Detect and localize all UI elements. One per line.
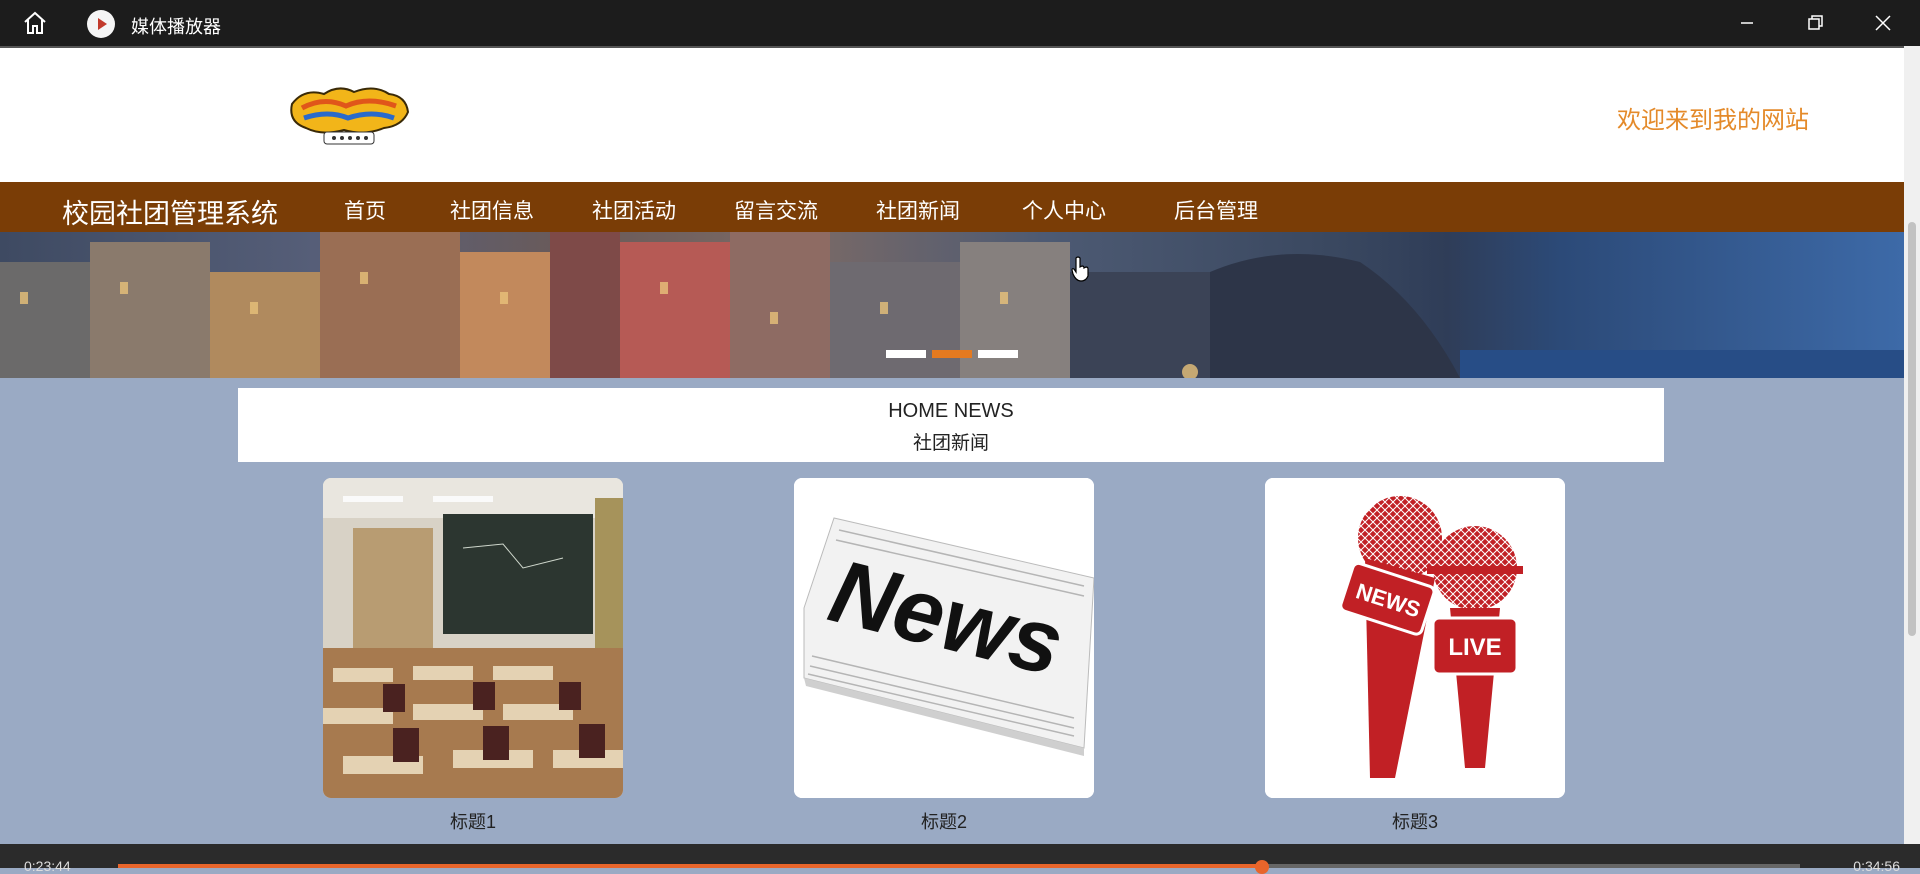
web-page: 欢迎来到我的网站 校园社团管理系统 首页 社团信息 社团活动 留言交流 社团新闻… bbox=[0, 46, 1904, 844]
seek-handle[interactable] bbox=[1254, 860, 1269, 874]
nav-club-info[interactable]: 社团信息 bbox=[450, 195, 534, 225]
news-card-2[interactable]: News 标题2 bbox=[794, 478, 1094, 834]
news-card-3[interactable]: NEWS LIVE 标题3 bbox=[1265, 478, 1565, 834]
nav-home[interactable]: 首页 bbox=[344, 195, 386, 225]
news-card-image-microphones[interactable]: NEWS LIVE bbox=[1265, 478, 1565, 798]
news-section-header: HOME NEWS 社团新闻 bbox=[238, 388, 1664, 462]
news-heading-en: HOME NEWS bbox=[888, 400, 1014, 422]
nav-personal-center[interactable]: 个人中心 bbox=[1022, 195, 1106, 225]
player-bar: 0:23:44 0:34:56 bbox=[0, 844, 1920, 874]
close-button[interactable] bbox=[1868, 8, 1898, 38]
seek-bar[interactable] bbox=[118, 864, 1800, 868]
slider-dot-3[interactable] bbox=[978, 350, 1018, 358]
seek-progress bbox=[118, 864, 1262, 868]
news-card-image-classroom[interactable] bbox=[323, 478, 623, 798]
slider-dot-2[interactable] bbox=[932, 350, 972, 358]
welcome-text: 欢迎来到我的网站 bbox=[1617, 107, 1809, 134]
page-scrollbar[interactable] bbox=[1904, 46, 1920, 844]
slider-dot-1[interactable] bbox=[886, 350, 926, 358]
news-card-image-newspaper[interactable]: News bbox=[794, 478, 1094, 798]
window-title: 媒体播放器 bbox=[131, 17, 221, 37]
hand-cursor-icon bbox=[1071, 256, 1089, 282]
nav-admin[interactable]: 后台管理 bbox=[1174, 195, 1258, 225]
restore-button[interactable] bbox=[1800, 8, 1830, 38]
total-time: 0:34:56 bbox=[1853, 858, 1900, 874]
site-header: 欢迎来到我的网站 bbox=[0, 48, 1904, 182]
elapsed-time: 0:23:44 bbox=[24, 858, 71, 874]
site-brand[interactable]: 校园社团管理系统 bbox=[62, 192, 278, 231]
news-card-1[interactable]: 标题1 bbox=[323, 478, 623, 834]
live-badge: LIVE bbox=[1448, 634, 1501, 661]
home-icon[interactable] bbox=[22, 11, 48, 35]
news-card-title[interactable]: 标题3 bbox=[1265, 808, 1565, 834]
title-bar: 媒体播放器 bbox=[0, 0, 1920, 46]
banner-slider[interactable] bbox=[0, 232, 1904, 378]
news-heading-zh: 社团新闻 bbox=[912, 433, 989, 454]
nav-message-board[interactable]: 留言交流 bbox=[734, 195, 818, 225]
scrollbar-thumb[interactable] bbox=[1908, 222, 1916, 636]
news-card-title[interactable]: 标题2 bbox=[794, 808, 1094, 834]
main-nav: 校园社团管理系统 首页 社团信息 社团活动 留言交流 社团新闻 个人中心 后台管… bbox=[0, 182, 1904, 232]
media-player-icon bbox=[87, 10, 115, 38]
news-card-title[interactable]: 标题1 bbox=[323, 808, 623, 834]
nav-club-news[interactable]: 社团新闻 bbox=[876, 195, 960, 225]
site-logo[interactable] bbox=[284, 82, 414, 148]
minimize-button[interactable] bbox=[1732, 8, 1762, 38]
nav-club-activities[interactable]: 社团活动 bbox=[592, 195, 676, 225]
